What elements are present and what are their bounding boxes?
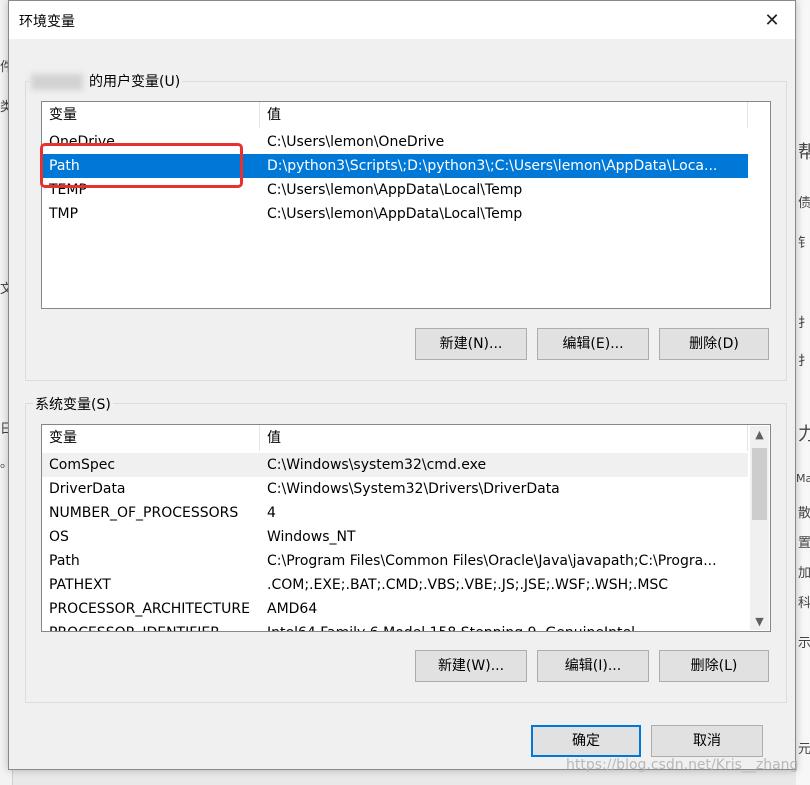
user-variables-group-label: 的用户变量(U) [29, 71, 183, 91]
bg-text-fragment: 扌 [798, 316, 810, 331]
system-delete-button[interactable]: 删除(L) [659, 650, 769, 682]
variable-name: Path [49, 158, 80, 174]
scroll-down-arrow-icon[interactable]: ▼ [750, 613, 769, 630]
list-header: 变量 值 [42, 102, 770, 128]
title-bar[interactable]: 环境变量 ✕ [9, 1, 795, 39]
vertical-scrollbar[interactable]: ▲ ▼ [750, 426, 769, 630]
table-row[interactable]: OS Windows_NT [42, 525, 748, 549]
bg-text-fragment: 钅 [798, 236, 810, 251]
variable-name: TMP [49, 206, 79, 222]
variable-value: .COM;.EXE;.BAT;.CMD;.VBS;.VBE;.JS;.JSE;.… [267, 577, 669, 593]
ok-button[interactable]: 确定 [531, 725, 641, 757]
variable-value: C:\Users\lemon\AppData\Local\Temp [267, 206, 523, 222]
table-row[interactable]: OneDrive C:\Users\lemon\OneDrive [42, 130, 748, 154]
table-row[interactable]: NUMBER_OF_PROCESSORS 4 [42, 501, 748, 525]
bg-text-fragment: 示 [798, 636, 810, 651]
variable-value: 4 [267, 505, 276, 521]
bg-text-fragment: 加 [798, 566, 810, 581]
variable-value: Intel64 Family 6 Model 158 Stepping 9, G… [260, 621, 748, 631]
dialog-title: 环境变量 [19, 14, 75, 30]
user-new-button[interactable]: 新建(N)... [415, 328, 527, 360]
user-delete-button[interactable]: 删除(D) [659, 328, 769, 360]
variable-name: PROCESSOR_IDENTIFIER [42, 621, 260, 631]
close-icon: ✕ [764, 9, 780, 31]
variable-value: C:\Users\lemon\OneDrive [267, 134, 445, 150]
scrollbar-thumb[interactable] [752, 448, 767, 520]
table-row-selected[interactable]: Path D:\python3\Scripts\;D:\python3\;C:\… [42, 154, 748, 178]
variable-name: PROCESSOR_ARCHITECTURE [49, 601, 250, 617]
table-row[interactable]: DriverData C:\Windows\System32\Drivers\D… [42, 477, 748, 501]
redacted-username [31, 74, 83, 90]
variable-value: C:\Program Files\Common Files\Oracle\Jav… [267, 553, 717, 569]
system-variables-group-label: 系统变量(S) [33, 394, 113, 414]
column-header-variable[interactable]: 变量 [42, 425, 260, 451]
variable-name: Path [49, 553, 80, 569]
user-variables-list[interactable]: 变量 值 OneDrive C:\Users\lemon\OneDrive Pa… [41, 101, 771, 309]
environment-variables-dialog: 环境变量 ✕ 的用户变量(U) 变量 值 OneDrive C:\Users\l… [8, 0, 796, 770]
system-edit-button[interactable]: 编辑(I)... [537, 650, 649, 682]
variable-name: DriverData [49, 481, 126, 497]
column-header-value[interactable]: 值 [260, 425, 748, 451]
variable-name: OS [49, 529, 69, 545]
system-new-button[interactable]: 新建(W)... [415, 650, 527, 682]
variable-name: NUMBER_OF_PROCESSORS [49, 505, 239, 521]
bg-text-fragment: 扌 [798, 354, 810, 369]
column-header-value[interactable]: 值 [260, 102, 748, 128]
table-row[interactable]: TEMP C:\Users\lemon\AppData\Local\Temp [42, 178, 748, 202]
column-header-variable[interactable]: 变量 [42, 102, 260, 128]
variable-value: C:\Windows\System32\Drivers\DriverData [267, 481, 560, 497]
variable-value: C:\Windows\system32\cmd.exe [267, 457, 487, 473]
watermark: https://blog.csdn.net/Kris__zhang [566, 757, 799, 773]
variable-name: TEMP [49, 182, 87, 198]
table-row[interactable]: PATHEXT .COM;.EXE;.BAT;.CMD;.VBS;.VBE;.J… [42, 573, 748, 597]
variable-value: Windows_NT [267, 529, 356, 545]
background-window-right: 帮 债 钅 扌 扌 力 Ma 散 置 加 科 示 元 [796, 0, 810, 785]
bg-text-fragment: 散 [798, 506, 810, 521]
cancel-button[interactable]: 取消 [651, 725, 763, 757]
table-row[interactable]: TMP C:\Users\lemon\AppData\Local\Temp [42, 202, 748, 226]
variable-value: AMD64 [267, 601, 318, 617]
user-edit-button[interactable]: 编辑(E)... [537, 328, 649, 360]
variable-value: C:\Users\lemon\AppData\Local\Temp [267, 182, 523, 198]
table-row[interactable]: ComSpec C:\Windows\system32\cmd.exe [42, 453, 748, 477]
bg-text-fragment: 元 [798, 742, 810, 757]
variable-name: PATHEXT [49, 577, 111, 593]
variable-value: D:\python3\Scripts\;D:\python3\;C:\Users… [267, 158, 718, 174]
bg-text-fragment: 科 [798, 596, 810, 611]
bg-text-fragment: 帮 [798, 142, 810, 163]
table-row[interactable]: PROCESSOR_ARCHITECTURE AMD64 [42, 597, 748, 621]
bg-text-fragment: Ma [796, 472, 810, 485]
list-header: 变量 值 [42, 425, 770, 451]
system-variables-list[interactable]: 变量 值 ComSpec C:\Windows\system32\cmd.exe… [41, 424, 771, 632]
user-variables-label-text: 的用户变量(U) [89, 74, 181, 90]
bg-text-fragment: 力 [798, 424, 810, 445]
scroll-up-arrow-icon[interactable]: ▲ [750, 426, 769, 443]
variable-name: ComSpec [49, 457, 116, 473]
bg-text-fragment: 置 [798, 536, 810, 551]
close-button[interactable]: ✕ [749, 1, 795, 39]
table-row[interactable]: PROCESSOR_IDENTIFIER Intel64 Family 6 Mo… [42, 621, 748, 631]
bg-text-fragment: 债 [798, 196, 810, 211]
variable-name: OneDrive [49, 134, 115, 150]
table-row[interactable]: Path C:\Program Files\Common Files\Oracl… [42, 549, 748, 573]
